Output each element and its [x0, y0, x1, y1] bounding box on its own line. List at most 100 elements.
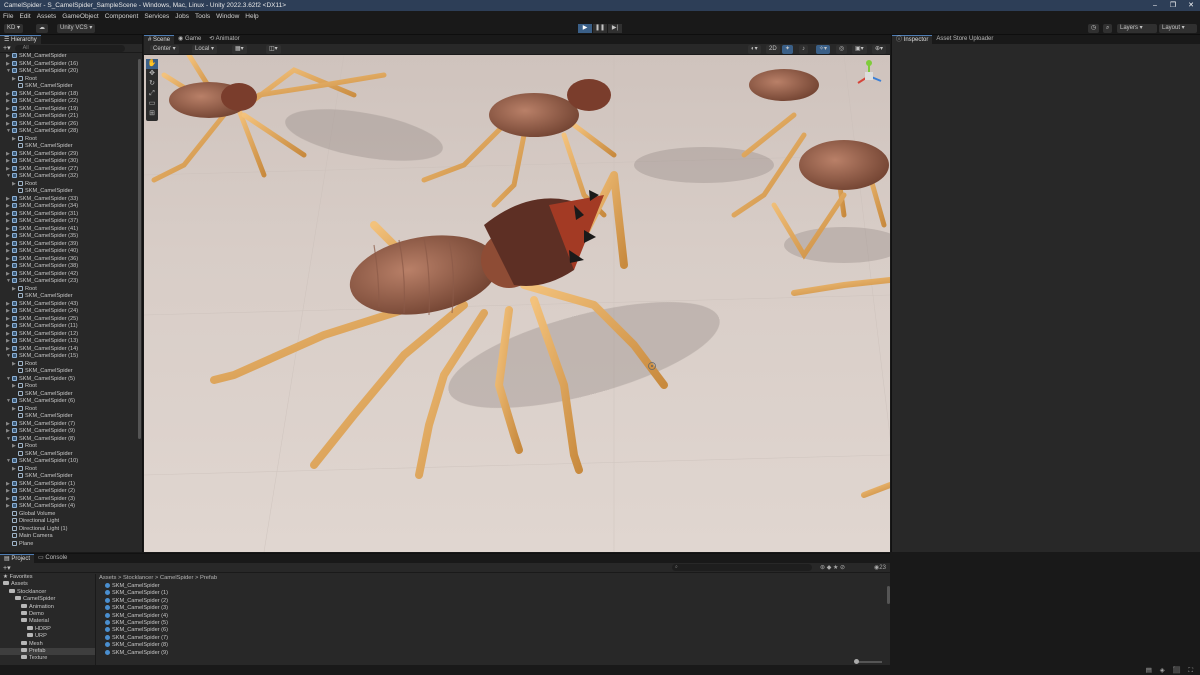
move-tool-icon[interactable]: ✥: [146, 69, 158, 79]
hierarchy-item[interactable]: ▶ SKM_CamelSpider (43): [0, 300, 142, 309]
hierarchy-item[interactable]: ▼ SKM_CamelSpider (23): [0, 278, 142, 286]
hierarchy-item[interactable]: SKM_CamelSpider: [0, 413, 142, 421]
hierarchy-item[interactable]: ▶ SKM_CamelSpider (38): [0, 263, 142, 271]
hierarchy-item[interactable]: ▶ SKM_CamelSpider (14): [0, 345, 142, 354]
tab-hierarchy[interactable]: ☰ Hierarchy: [0, 35, 41, 44]
hierarchy-item[interactable]: ▶ SKM_CamelSpider (39): [0, 240, 142, 249]
hierarchy-item[interactable]: ▼ SKM_CamelSpider (8): [0, 435, 142, 444]
menu-file[interactable]: File: [0, 13, 16, 20]
tab-asset-store-uploader[interactable]: Asset Store Uploader: [932, 35, 997, 44]
menu-tools[interactable]: Tools: [192, 13, 213, 20]
icon-size-slider-handle[interactable]: [854, 659, 859, 664]
project-folder-item[interactable]: Mesh: [0, 640, 95, 648]
project-folder-item[interactable]: Texture: [0, 655, 95, 662]
close-button[interactable]: ✕: [1182, 0, 1200, 11]
asset-item[interactable]: SKM_CamelSpider (9): [97, 649, 890, 657]
hierarchy-item[interactable]: SKM_CamelSpider: [0, 390, 142, 399]
layers-dropdown[interactable]: Layers ▾: [1117, 24, 1157, 33]
menu-help[interactable]: Help: [242, 13, 261, 20]
hierarchy-item[interactable]: SKM_CamelSpider: [0, 188, 142, 196]
hierarchy-item[interactable]: Main Camera: [0, 533, 142, 541]
tab-console[interactable]: ▭ Console: [34, 554, 71, 563]
project-folder-item[interactable]: ★ Favorites: [0, 574, 95, 581]
hierarchy-scrollbar[interactable]: [138, 59, 141, 439]
asset-item[interactable]: SKM_CamelSpider (1): [97, 590, 890, 597]
hierarchy-item[interactable]: SKM_CamelSpider: [0, 83, 142, 91]
orientation-gizmo[interactable]: [852, 59, 886, 93]
hierarchy-item[interactable]: ▶ SKM_CamelSpider (22): [0, 98, 142, 106]
rotate-tool-icon[interactable]: ↻: [146, 79, 158, 89]
history-icon[interactable]: ◷: [1088, 24, 1100, 33]
hierarchy-item[interactable]: Directional Light (1): [0, 525, 142, 534]
hierarchy-item[interactable]: ▶ Root: [0, 383, 142, 391]
project-folder-item[interactable]: Stocklancer: [0, 588, 95, 596]
pivot-dropdown[interactable]: Center ▾: [150, 45, 179, 54]
hierarchy-item[interactable]: ▶ SKM_CamelSpider (42): [0, 270, 142, 279]
project-folder-item[interactable]: Assets: [0, 581, 95, 588]
asset-item[interactable]: SKM_CamelSpider (6): [97, 627, 890, 634]
pause-button[interactable]: ❚❚: [593, 24, 607, 33]
draw-mode-icon[interactable]: ◐▾: [748, 45, 761, 54]
hierarchy-item[interactable]: ▶ SKM_CamelSpider (33): [0, 195, 142, 204]
hierarchy-item[interactable]: ▼ SKM_CamelSpider (5): [0, 375, 142, 384]
project-folder-item[interactable]: CamelSpider: [0, 596, 95, 603]
status-icons[interactable]: ▤ ◈ ⬛ ⛶: [1146, 666, 1196, 675]
grid-snap-icon[interactable]: ▦▾: [232, 45, 247, 54]
hierarchy-item[interactable]: ▼ SKM_CamelSpider (20): [0, 68, 142, 76]
hierarchy-item[interactable]: ▶ SKM_CamelSpider (2): [0, 488, 142, 496]
hierarchy-item[interactable]: ▶ SKM_CamelSpider: [0, 53, 142, 61]
filter-icons[interactable]: ⊛ ◆ ★ ⊘: [820, 564, 845, 571]
project-folder-item[interactable]: URP: [0, 633, 95, 640]
hierarchy-item[interactable]: ▶ Root: [0, 360, 142, 369]
hierarchy-item[interactable]: ▶ Root: [0, 285, 142, 294]
asset-list-scrollbar[interactable]: [887, 586, 890, 604]
hierarchy-item[interactable]: ▶ SKM_CamelSpider (18): [0, 90, 142, 99]
project-breadcrumb[interactable]: Assets > Stocklancer > CamelSpider > Pre…: [97, 574, 890, 583]
asset-item[interactable]: SKM_CamelSpider (4): [97, 612, 890, 620]
effects-icon[interactable]: ✧▾: [816, 45, 831, 54]
hierarchy-item[interactable]: SKM_CamelSpider: [0, 143, 142, 151]
hierarchy-item[interactable]: SKM_CamelSpider: [0, 293, 142, 301]
asset-item[interactable]: SKM_CamelSpider (2): [97, 597, 890, 605]
menu-component[interactable]: Component: [102, 13, 142, 20]
hierarchy-item[interactable]: ▶ SKM_CamelSpider (7): [0, 420, 142, 429]
play-button[interactable]: ▶: [578, 24, 592, 33]
asset-item[interactable]: SKM_CamelSpider (8): [97, 642, 890, 649]
hierarchy-item[interactable]: ▶ SKM_CamelSpider (12): [0, 330, 142, 339]
menu-jobs[interactable]: Jobs: [172, 13, 192, 20]
space-dropdown[interactable]: Local ▾: [192, 45, 218, 54]
menu-gameobject[interactable]: GameObject: [59, 13, 102, 20]
asset-item[interactable]: SKM_CamelSpider (7): [97, 634, 890, 642]
2d-toggle[interactable]: 2D: [766, 45, 780, 54]
hierarchy-item[interactable]: ▶ Root: [0, 180, 142, 189]
hierarchy-item[interactable]: ▶ SKM_CamelSpider (35): [0, 233, 142, 241]
hierarchy-item[interactable]: ▶ SKM_CamelSpider (27): [0, 165, 142, 174]
project-folder-item[interactable]: Animation: [0, 603, 95, 611]
hierarchy-item[interactable]: ▶ SKM_CamelSpider (34): [0, 203, 142, 211]
transform-tool-icon[interactable]: ⊞: [146, 109, 158, 119]
hierarchy-item[interactable]: ▶ SKM_CamelSpider (24): [0, 308, 142, 316]
increment-snap-icon[interactable]: ◫▾: [266, 45, 281, 54]
hierarchy-item[interactable]: ▶ SKM_CamelSpider (41): [0, 225, 142, 234]
step-button[interactable]: ▶|: [608, 24, 622, 33]
hierarchy-item[interactable]: ▶ Root: [0, 135, 142, 144]
hierarchy-item[interactable]: ▶ SKM_CamelSpider (40): [0, 248, 142, 256]
scene-viewport[interactable]: ✋ ✥ ↻ ⤢ ▭ ⊞: [144, 55, 890, 552]
hierarchy-item[interactable]: ▶ SKM_CamelSpider (16): [0, 60, 142, 69]
project-folder-item[interactable]: Prefab: [0, 647, 95, 656]
maximize-button[interactable]: ❐: [1164, 0, 1182, 11]
minimize-button[interactable]: –: [1146, 0, 1164, 11]
hierarchy-item[interactable]: Global Volume: [0, 510, 142, 519]
tab-scene[interactable]: # Scene: [144, 35, 175, 44]
hidden-objects-icon[interactable]: ◎: [836, 45, 848, 54]
project-folder-item[interactable]: HDRP: [0, 625, 95, 633]
layout-dropdown[interactable]: Layout ▾: [1159, 24, 1197, 33]
hierarchy-item[interactable]: ▼ SKM_CamelSpider (15): [0, 353, 142, 361]
asset-item[interactable]: SKM_CamelSpider (5): [97, 619, 890, 627]
hierarchy-item[interactable]: ▶ SKM_CamelSpider (29): [0, 150, 142, 159]
hierarchy-item[interactable]: ▼ SKM_CamelSpider (10): [0, 458, 142, 466]
hierarchy-item[interactable]: ▼ SKM_CamelSpider (6): [0, 398, 142, 406]
hierarchy-item[interactable]: ▶ SKM_CamelSpider (13): [0, 338, 142, 346]
hierarchy-item[interactable]: ▶ Root: [0, 465, 142, 474]
unity-vcs-dropdown[interactable]: Unity VCS ▾: [57, 24, 96, 33]
